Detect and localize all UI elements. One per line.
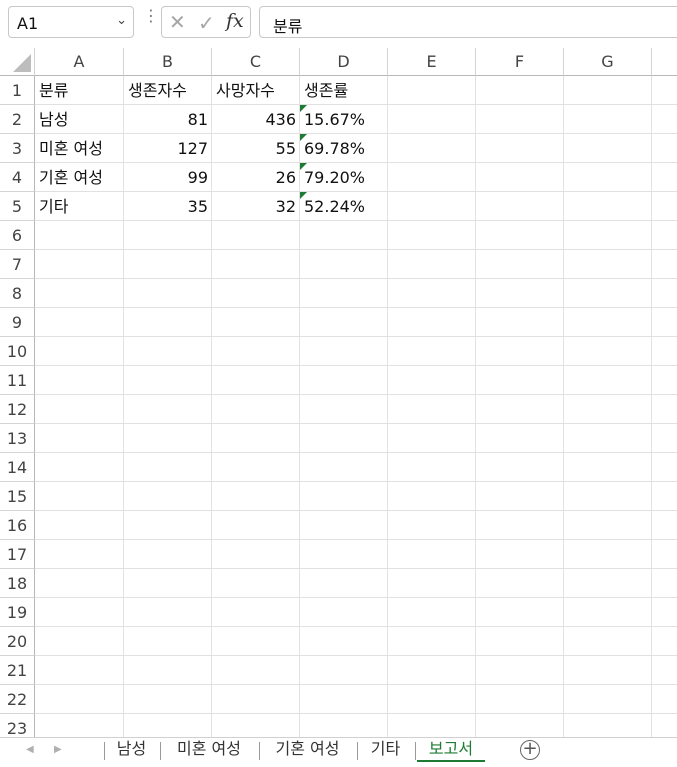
formula-input[interactable]: 분류 bbox=[259, 6, 677, 38]
error-indicator-icon[interactable] bbox=[300, 192, 307, 199]
cancel-icon[interactable]: ✕ bbox=[169, 10, 186, 34]
insert-function-icon[interactable]: fx bbox=[226, 10, 244, 32]
cell-a5[interactable]: 기타 bbox=[35, 192, 124, 221]
column-header-e[interactable]: E bbox=[388, 48, 476, 76]
sheet-tab-label: 남성 bbox=[116, 739, 147, 758]
column-header-g[interactable]: G bbox=[564, 48, 652, 76]
add-sheet-icon[interactable]: + bbox=[520, 740, 540, 760]
row-header-20[interactable]: 20 bbox=[0, 627, 35, 656]
cell-a2[interactable]: 남성 bbox=[35, 105, 124, 134]
cell-c4[interactable]: 26 bbox=[212, 163, 300, 192]
row-header-12[interactable]: 12 bbox=[0, 395, 35, 424]
cell-d3[interactable]: 69.78% bbox=[300, 134, 388, 163]
column-header-f[interactable]: F bbox=[476, 48, 564, 76]
error-indicator-icon[interactable] bbox=[300, 163, 307, 170]
row-header-9[interactable]: 9 bbox=[0, 308, 35, 337]
row-header-19[interactable]: 19 bbox=[0, 598, 35, 627]
sheet-tab-label: 보고서 bbox=[428, 739, 474, 758]
chevron-down-icon[interactable]: ⌄ bbox=[116, 13, 127, 28]
cell-d5[interactable]: 52.24% bbox=[300, 192, 388, 221]
sheet-tab-3[interactable]: 기타 bbox=[359, 738, 412, 766]
row-header-21[interactable]: 21 bbox=[0, 656, 35, 685]
sheet-tab-4[interactable]: 보고서 bbox=[417, 738, 485, 766]
sheet-tab-label: 기타 bbox=[370, 739, 401, 758]
cell-b2[interactable]: 81 bbox=[124, 105, 212, 134]
cell-c1[interactable]: 사망자수 bbox=[212, 76, 300, 105]
cell-b5[interactable]: 35 bbox=[124, 192, 212, 221]
name-box[interactable]: A1 ⌄ bbox=[8, 6, 134, 38]
select-all-corner[interactable] bbox=[0, 48, 35, 76]
error-indicator-icon[interactable] bbox=[300, 134, 307, 141]
cell-c5[interactable]: 32 bbox=[212, 192, 300, 221]
row-header-17[interactable]: 17 bbox=[0, 540, 35, 569]
sheet-tab-bar: ◀ ▶ + 남성 미혼 여성 기혼 여성 기타 보고서 bbox=[0, 737, 677, 767]
column-header-a[interactable]: A bbox=[35, 48, 124, 76]
column-header-partial[interactable] bbox=[652, 48, 677, 76]
row-header-16[interactable]: 16 bbox=[0, 511, 35, 540]
row-header-11[interactable]: 11 bbox=[0, 366, 35, 395]
column-header-b[interactable]: B bbox=[124, 48, 212, 76]
more-options-icon[interactable]: ⋮ bbox=[143, 8, 159, 24]
sheet-tab-label: 기혼 여성 bbox=[275, 739, 340, 758]
sheet-tab-1[interactable]: 미혼 여성 bbox=[162, 738, 256, 766]
error-indicator-icon[interactable] bbox=[300, 105, 307, 112]
cell-a1[interactable]: 분류 bbox=[35, 76, 124, 105]
sheet-tab-2[interactable]: 기혼 여성 bbox=[261, 738, 354, 766]
cell-b3[interactable]: 127 bbox=[124, 134, 212, 163]
cell-c2[interactable]: 436 bbox=[212, 105, 300, 134]
column-header-c[interactable]: C bbox=[212, 48, 300, 76]
sheet-tab-label: 미혼 여성 bbox=[177, 739, 241, 758]
scroll-tabs-right-icon[interactable]: ▶ bbox=[54, 744, 62, 755]
cell-d1[interactable]: 생존률 bbox=[300, 76, 388, 105]
name-box-value: A1 bbox=[17, 14, 39, 33]
formula-bar: A1 ⌄ ⋮ ✕ ✓ fx 분류 bbox=[0, 0, 677, 48]
row-header-14[interactable]: 14 bbox=[0, 453, 35, 482]
column-header-d[interactable]: D bbox=[300, 48, 388, 76]
row-header-8[interactable]: 8 bbox=[0, 279, 35, 308]
spreadsheet-grid[interactable]: A B C D E F G 1 2 3 4 5 6 7 8 9 10 11 12 13 14 15 16 17 18 19 20 21… bbox=[0, 48, 677, 737]
formula-value: 분류 bbox=[273, 17, 303, 36]
cell-b1[interactable]: 생존자수 bbox=[124, 76, 212, 105]
row-header-6[interactable]: 6 bbox=[0, 221, 35, 250]
row-header-18[interactable]: 18 bbox=[0, 569, 35, 598]
cell-a4[interactable]: 기혼 여성 bbox=[35, 163, 124, 192]
row-header-7[interactable]: 7 bbox=[0, 250, 35, 279]
row-header-3[interactable]: 3 bbox=[0, 134, 35, 163]
cell-a3[interactable]: 미혼 여성 bbox=[35, 134, 124, 163]
enter-check-icon[interactable]: ✓ bbox=[198, 11, 215, 35]
sheet-tab-0[interactable]: 남성 bbox=[106, 738, 157, 766]
row-header-4[interactable]: 4 bbox=[0, 163, 35, 192]
cell-d2[interactable]: 15.67% bbox=[300, 105, 388, 134]
cell-c3[interactable]: 55 bbox=[212, 134, 300, 163]
row-header-13[interactable]: 13 bbox=[0, 424, 35, 453]
row-header-23[interactable]: 23 bbox=[0, 714, 35, 737]
row-header-10[interactable]: 10 bbox=[0, 337, 35, 366]
formula-controls: ✕ ✓ fx bbox=[161, 6, 251, 38]
scroll-tabs-left-icon[interactable]: ◀ bbox=[26, 744, 34, 755]
row-header-5[interactable]: 5 bbox=[0, 192, 35, 221]
row-header-15[interactable]: 15 bbox=[0, 482, 35, 511]
row-header-2[interactable]: 2 bbox=[0, 105, 35, 134]
row-header-22[interactable]: 22 bbox=[0, 685, 35, 714]
cell-d4[interactable]: 79.20% bbox=[300, 163, 388, 192]
cell-b4[interactable]: 99 bbox=[124, 163, 212, 192]
row-header-1[interactable]: 1 bbox=[0, 76, 35, 105]
